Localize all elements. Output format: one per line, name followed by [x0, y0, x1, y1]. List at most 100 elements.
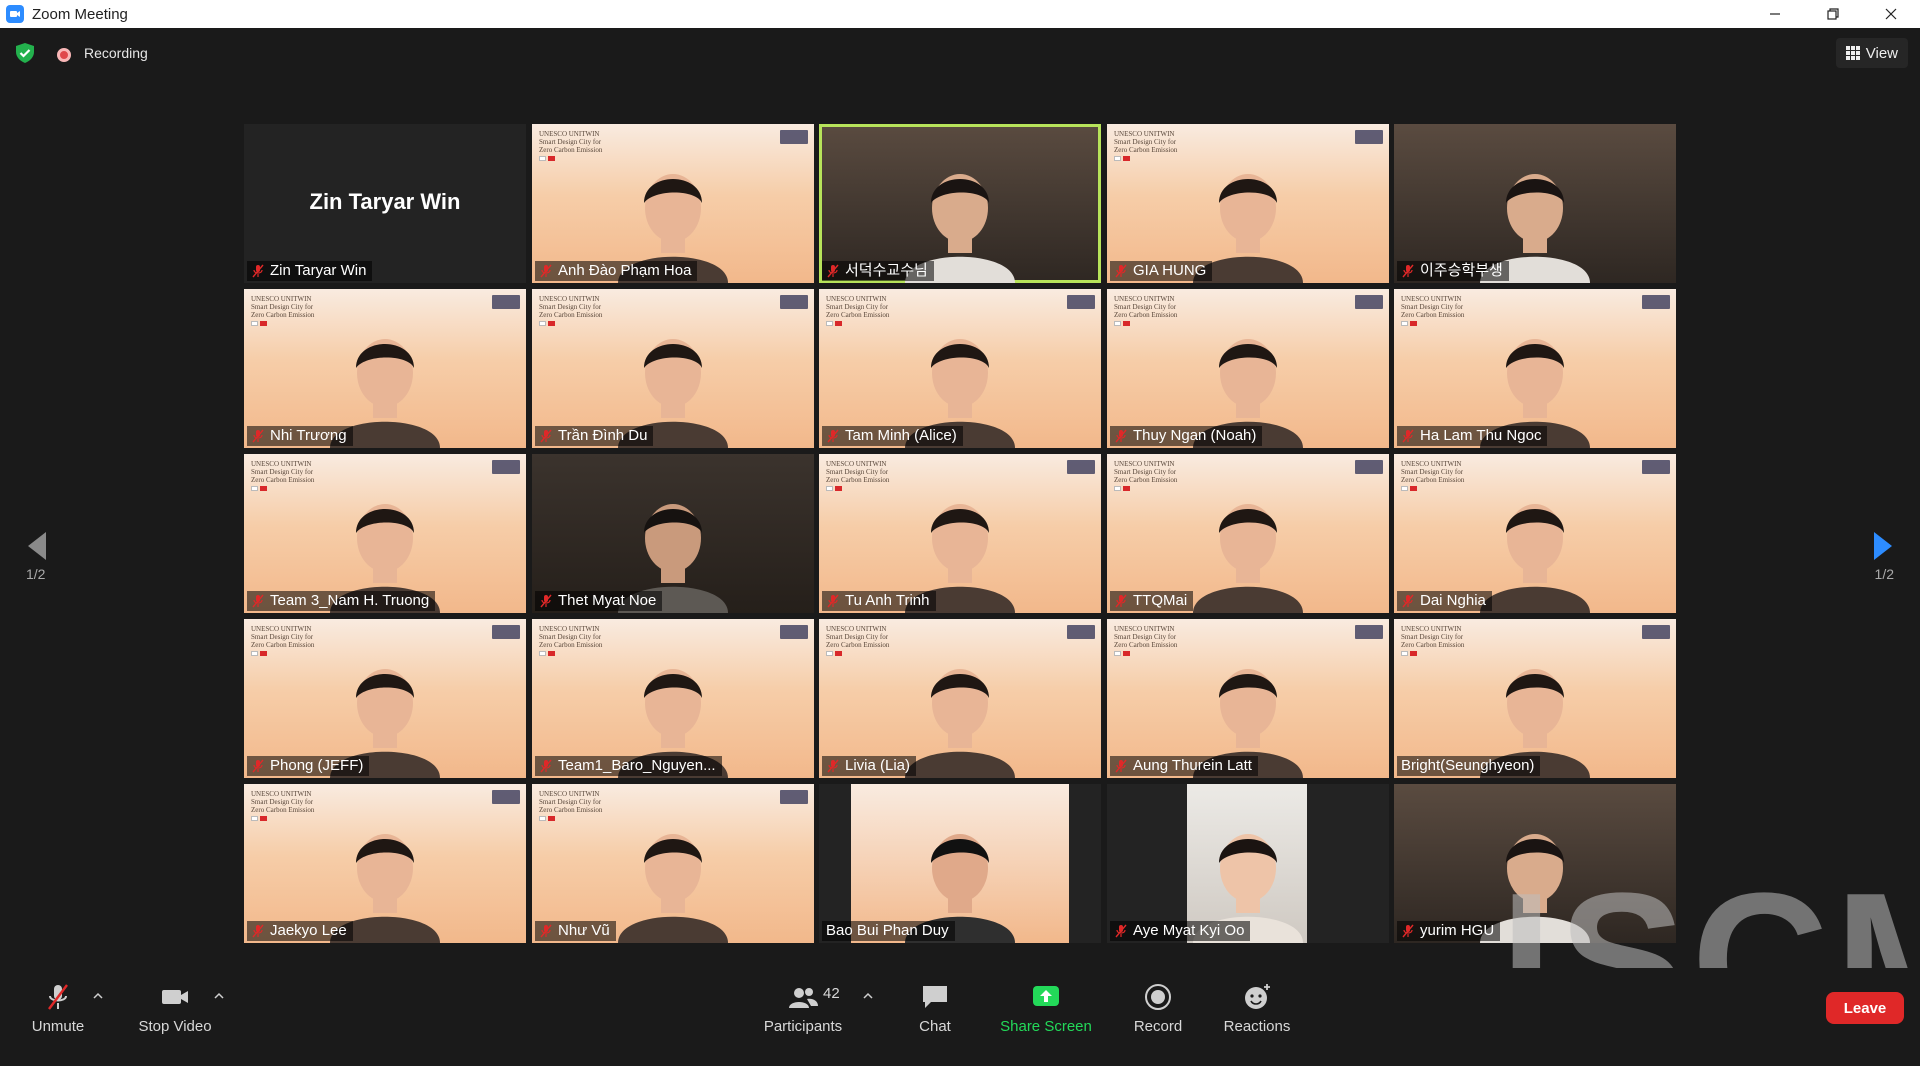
muted-mic-icon: [1402, 594, 1414, 608]
unesco-logo-icon: [492, 625, 520, 639]
participant-tile[interactable]: Zin Taryar Win Zin Taryar Win: [244, 124, 526, 283]
muted-mic-icon: [252, 429, 264, 443]
record-button[interactable]: Record: [1123, 968, 1193, 1040]
participant-name-label: 서덕수교수님: [822, 261, 934, 281]
unesco-logo-icon: [1067, 625, 1095, 639]
flag-icon: [826, 651, 842, 656]
participant-tile[interactable]: UNESCO UNITWIN Smart Design City for Zer…: [1394, 289, 1676, 448]
stop-video-button[interactable]: Stop Video: [130, 968, 220, 1040]
participant-name: 이주승학부생: [1420, 262, 1503, 279]
participant-name: Bright(Seunghyeon): [1401, 757, 1535, 774]
participant-tile[interactable]: Bao Bui Phan Duy: [819, 784, 1101, 943]
share-screen-label: Share Screen: [1000, 1018, 1092, 1035]
participant-name: Tam Minh (Alice): [845, 427, 957, 444]
unesco-logo-icon: [1355, 295, 1383, 309]
participant-tile[interactable]: UNESCO UNITWIN Smart Design City for Zer…: [1107, 289, 1389, 448]
video-grid: Zin Taryar Win Zin Taryar Win UNESCO UNITW…: [244, 124, 1676, 944]
muted-mic-icon: [1115, 264, 1127, 278]
minimize-button[interactable]: [1746, 0, 1804, 28]
participant-name-label: Aung Thurein Latt: [1110, 756, 1258, 776]
page-indicator-left: 1/2: [26, 566, 46, 582]
participant-name-label: Thuy Ngan (Noah): [1110, 426, 1263, 446]
virtual-background-text: UNESCO UNITWIN Smart Design City for Zer…: [826, 625, 890, 649]
record-label: Record: [1133, 1018, 1183, 1035]
participant-tile[interactable]: UNESCO UNITWIN Smart Design City for Zer…: [1394, 454, 1676, 613]
participant-tile[interactable]: UNESCO UNITWIN Smart Design City for Zer…: [532, 619, 814, 778]
participant-name: Aye Myat Kyi Oo: [1133, 922, 1245, 939]
restore-button[interactable]: [1804, 0, 1862, 28]
participant-name: Tu Anh Trinh: [845, 592, 930, 609]
restore-icon: [1827, 8, 1839, 20]
flag-icon: [1401, 321, 1417, 326]
participant-name-label: Dai Nghia: [1397, 591, 1492, 611]
participant-name: Jaekyo Lee: [270, 922, 347, 939]
view-button[interactable]: View: [1835, 38, 1908, 68]
flag-icon: [539, 816, 555, 821]
security-shield-icon[interactable]: [14, 42, 36, 64]
participant-name: Ha Lam Thu Ngoc: [1420, 427, 1542, 444]
participant-name-label: Trần Đình Du: [535, 426, 654, 446]
chat-bubble-icon: [923, 986, 947, 1008]
virtual-background-text: UNESCO UNITWIN Smart Design City for Zer…: [1401, 295, 1465, 319]
participant-tile[interactable]: UNESCO UNITWIN Smart Design City for Zer…: [1107, 454, 1389, 613]
leave-button[interactable]: Leave: [1826, 992, 1904, 1024]
chat-button[interactable]: Chat: [900, 968, 970, 1040]
unesco-logo-icon: [1642, 295, 1670, 309]
participants-options-caret-icon[interactable]: [862, 990, 874, 1002]
participant-tile[interactable]: UNESCO UNITWIN Smart Design City for Zer…: [819, 619, 1101, 778]
participant-tile[interactable]: UNESCO UNITWIN Smart Design City for Zer…: [1394, 619, 1676, 778]
participant-tile[interactable]: UNESCO UNITWIN Smart Design City for Zer…: [244, 619, 526, 778]
reactions-button[interactable]: Reactions: [1214, 968, 1300, 1040]
flag-icon: [539, 651, 555, 656]
participants-button[interactable]: Participants: [755, 968, 851, 1040]
unesco-logo-icon: [492, 295, 520, 309]
participant-tile[interactable]: UNESCO UNITWIN Smart Design City for Zer…: [819, 454, 1101, 613]
participant-name-label: Nhi Trương: [247, 426, 353, 446]
participant-tile[interactable]: 이주승학부생: [1394, 124, 1676, 283]
participant-tile[interactable]: UNESCO UNITWIN Smart Design City for Zer…: [1107, 619, 1389, 778]
share-screen-button[interactable]: Share Screen: [995, 968, 1097, 1040]
flag-icon: [251, 651, 267, 656]
muted-mic-icon: [540, 429, 552, 443]
close-button[interactable]: [1862, 0, 1920, 28]
participant-name-label: Phong (JEFF): [247, 756, 370, 776]
participant-name: GIA HUNG: [1133, 262, 1207, 279]
unmute-label: Unmute: [31, 1018, 85, 1035]
participant-name-label: Như Vũ: [535, 921, 616, 941]
participant-name-label: Team1_Baro_Nguyen...: [535, 756, 722, 776]
muted-mic-icon: [252, 759, 264, 773]
virtual-background-text: UNESCO UNITWIN Smart Design City for Zer…: [251, 295, 315, 319]
participant-tile[interactable]: UNESCO UNITWIN Smart Design City for Zer…: [1107, 124, 1389, 283]
participant-name: Nhi Trương: [270, 427, 347, 444]
participant-name-label: Team 3_Nam H. Truong: [247, 591, 436, 611]
participant-tile[interactable]: UNESCO UNITWIN Smart Design City for Zer…: [532, 784, 814, 943]
participant-tile[interactable]: UNESCO UNITWIN Smart Design City for Zer…: [819, 289, 1101, 448]
participant-tile[interactable]: UNESCO UNITWIN Smart Design City for Zer…: [244, 289, 526, 448]
flag-icon: [539, 156, 555, 161]
participant-name: Thuy Ngan (Noah): [1133, 427, 1257, 444]
unmute-button[interactable]: Unmute: [22, 968, 94, 1040]
virtual-background-text: UNESCO UNITWIN Smart Design City for Zer…: [539, 130, 603, 154]
participant-name-label: TTQMai: [1110, 591, 1194, 611]
meeting-toolbar: Unmute Stop Video Participants 42 Chat S…: [0, 968, 1920, 1040]
participant-name-label: Ha Lam Thu Ngoc: [1397, 426, 1548, 446]
video-options-caret-icon[interactable]: [213, 990, 225, 1002]
unesco-logo-icon: [492, 460, 520, 474]
participant-video-icon: [618, 834, 728, 943]
participant-tile[interactable]: 서덕수교수님: [819, 124, 1101, 283]
participant-tile[interactable]: Aye Myat Kyi Oo: [1107, 784, 1389, 943]
minimize-icon: [1770, 13, 1780, 15]
participant-tile[interactable]: Thet Myat Noe: [532, 454, 814, 613]
virtual-background-text: UNESCO UNITWIN Smart Design City for Zer…: [1114, 130, 1178, 154]
virtual-background-text: UNESCO UNITWIN Smart Design City for Zer…: [251, 625, 315, 649]
muted-mic-icon: [540, 264, 552, 278]
unesco-logo-icon: [1067, 460, 1095, 474]
participant-tile[interactable]: UNESCO UNITWIN Smart Design City for Zer…: [532, 124, 814, 283]
audio-options-caret-icon[interactable]: [92, 990, 104, 1002]
participant-tile[interactable]: UNESCO UNITWIN Smart Design City for Zer…: [532, 289, 814, 448]
close-icon: [1885, 8, 1897, 20]
virtual-background-text: UNESCO UNITWIN Smart Design City for Zer…: [251, 790, 315, 814]
participant-name-label: Thet Myat Noe: [535, 591, 663, 611]
participant-tile[interactable]: UNESCO UNITWIN Smart Design City for Zer…: [244, 454, 526, 613]
participant-tile[interactable]: UNESCO UNITWIN Smart Design City for Zer…: [244, 784, 526, 943]
